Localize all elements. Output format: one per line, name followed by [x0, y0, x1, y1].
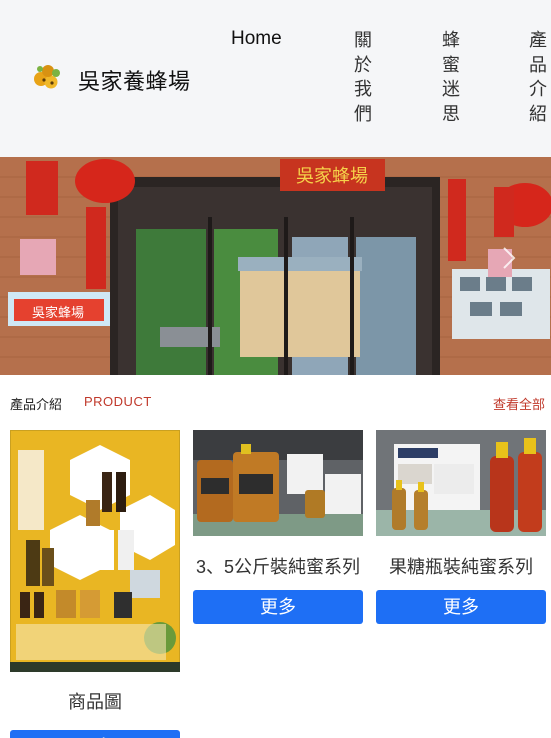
product-catalog-photo: [10, 430, 180, 672]
nav-about-us[interactable]: 關於我們: [352, 28, 374, 126]
products-section-subtitle: PRODUCT: [84, 394, 152, 409]
nav-products[interactable]: 產品介紹: [527, 28, 549, 126]
products-section-title: 產品介紹: [10, 397, 63, 412]
more-button[interactable]: 更多: [376, 590, 546, 624]
product-image[interactable]: [10, 430, 180, 672]
product-name[interactable]: 果糖瓶裝純蜜系列: [376, 553, 546, 579]
site-header: 吳家養蜂場 Home 關於我們 蜂蜜迷思 產品介紹: [0, 0, 551, 157]
honey-bottles-photo: [376, 430, 546, 536]
product-image[interactable]: [376, 430, 546, 536]
more-button[interactable]: 更多: [10, 730, 180, 738]
more-button[interactable]: 更多: [193, 590, 363, 624]
product-image[interactable]: [193, 430, 363, 536]
nav-home[interactable]: Home: [231, 28, 282, 50]
hero-banner[interactable]: 吳家蜂場 吳家蜂場: [0, 157, 551, 375]
product-card: 商品圖 更多: [10, 430, 180, 738]
banner-next-arrow-icon[interactable]: [499, 243, 519, 273]
product-name[interactable]: 商品圖: [10, 688, 180, 714]
storefront-photo: 吳家蜂場 吳家蜂場: [0, 157, 551, 375]
wall-board-text: 吳家蜂場: [32, 305, 84, 320]
site-brand-name[interactable]: 吳家養蜂場: [78, 64, 191, 96]
product-card: 3、5公斤裝純蜜系列 更多: [193, 430, 363, 624]
bee-logo-icon[interactable]: [32, 60, 64, 92]
shop-sign-text: 吳家蜂場: [296, 166, 368, 186]
view-all-link[interactable]: 查看全部: [493, 394, 545, 413]
nav-honey-myths[interactable]: 蜂蜜迷思: [440, 28, 462, 126]
honey-jugs-photo: [193, 430, 363, 536]
product-name[interactable]: 3、5公斤裝純蜜系列: [193, 553, 363, 579]
product-card: 果糖瓶裝純蜜系列 更多: [376, 430, 546, 624]
